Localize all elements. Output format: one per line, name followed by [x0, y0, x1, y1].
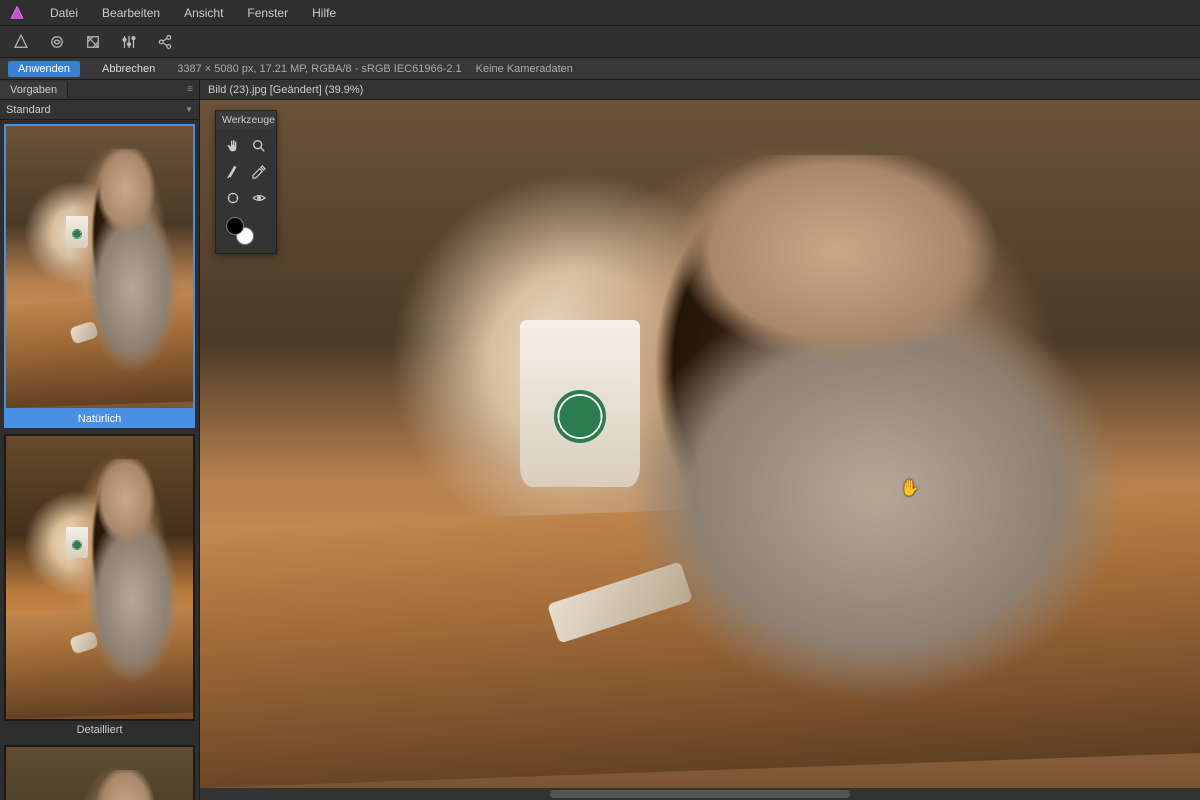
menu-bearbeiten[interactable]: Bearbeiten	[92, 2, 170, 24]
preset-item-natuerlich[interactable]: Natürlich	[4, 124, 195, 428]
tab-vorgaben[interactable]: Vorgaben	[0, 82, 68, 98]
menu-ansicht[interactable]: Ansicht	[174, 2, 233, 24]
canvas-viewport[interactable]: ✋ Werkzeuge	[200, 100, 1200, 788]
preset-group-value: Standard	[6, 104, 181, 116]
foreground-color-swatch[interactable]	[226, 217, 244, 235]
panel-menu-icon[interactable]: ≡	[181, 84, 199, 95]
redeye-tool-icon[interactable]	[248, 187, 270, 209]
preset-group-dropdown[interactable]: Standard ▼	[0, 100, 199, 120]
document-tab[interactable]: Bild (23).jpg [Geändert] (39.9%)	[200, 80, 1200, 100]
scrollbar-thumb[interactable]	[550, 790, 850, 798]
menu-datei[interactable]: Datei	[40, 2, 88, 24]
image-dimensions-label: 3387 × 5080 px, 17.21 MP, RGBA/8 - sRGB …	[177, 63, 461, 75]
camera-data-label: Keine Kameradaten	[476, 63, 573, 75]
menubar: Datei Bearbeiten Ansicht Fenster Hilfe	[0, 0, 1200, 26]
preset-list[interactable]: Natürlich Detailliert	[0, 120, 199, 800]
persona-export-icon[interactable]	[154, 31, 176, 53]
tools-palette[interactable]: Werkzeuge	[215, 110, 277, 254]
tools-grid	[216, 129, 276, 215]
apply-button[interactable]: Anwenden	[8, 61, 80, 77]
main-split: Vorgaben ≡ Standard ▼ Natürlich Detailli…	[0, 80, 1200, 800]
presets-panel: Vorgaben ≡ Standard ▼ Natürlich Detailli…	[0, 80, 200, 800]
preset-item-detailliert[interactable]: Detailliert	[4, 434, 195, 738]
persona-toolbar	[0, 26, 1200, 58]
preset-item-3[interactable]	[4, 745, 195, 800]
canvas-image[interactable]: ✋	[200, 100, 1200, 788]
hand-tool-icon[interactable]	[222, 135, 244, 157]
zoom-tool-icon[interactable]	[248, 135, 270, 157]
crop-tool-icon[interactable]	[222, 187, 244, 209]
tools-palette-title: Werkzeuge	[216, 111, 276, 129]
preset-thumb	[4, 434, 195, 720]
document-tab-title: Bild (23).jpg [Geändert] (39.9%)	[208, 84, 363, 96]
menu-fenster[interactable]: Fenster	[237, 2, 298, 24]
menu-hilfe[interactable]: Hilfe	[302, 2, 346, 24]
preset-thumb	[4, 745, 195, 800]
cancel-button[interactable]: Abbrechen	[94, 61, 163, 77]
color-swatches[interactable]	[216, 215, 276, 247]
canvas-area: Bild (23).jpg [Geändert] (39.9%) ✋ Werkz…	[200, 80, 1200, 800]
preset-label: Detailliert	[4, 721, 195, 739]
chevron-down-icon: ▼	[185, 105, 193, 114]
app-logo-icon[interactable]	[8, 4, 26, 22]
preset-label: Natürlich	[4, 410, 195, 428]
persona-develop-icon[interactable]	[118, 31, 140, 53]
persona-liquify-icon[interactable]	[46, 31, 68, 53]
white-balance-tool-icon[interactable]	[222, 161, 244, 183]
horizontal-scrollbar[interactable]	[200, 788, 1200, 800]
preset-thumb	[4, 124, 195, 410]
persona-photo-icon[interactable]	[10, 31, 32, 53]
persona-tonemap-icon[interactable]	[82, 31, 104, 53]
eyedropper-tool-icon[interactable]	[248, 161, 270, 183]
develop-infobar: Anwenden Abbrechen 3387 × 5080 px, 17.21…	[0, 58, 1200, 80]
panel-tabstrip: Vorgaben ≡	[0, 80, 199, 100]
